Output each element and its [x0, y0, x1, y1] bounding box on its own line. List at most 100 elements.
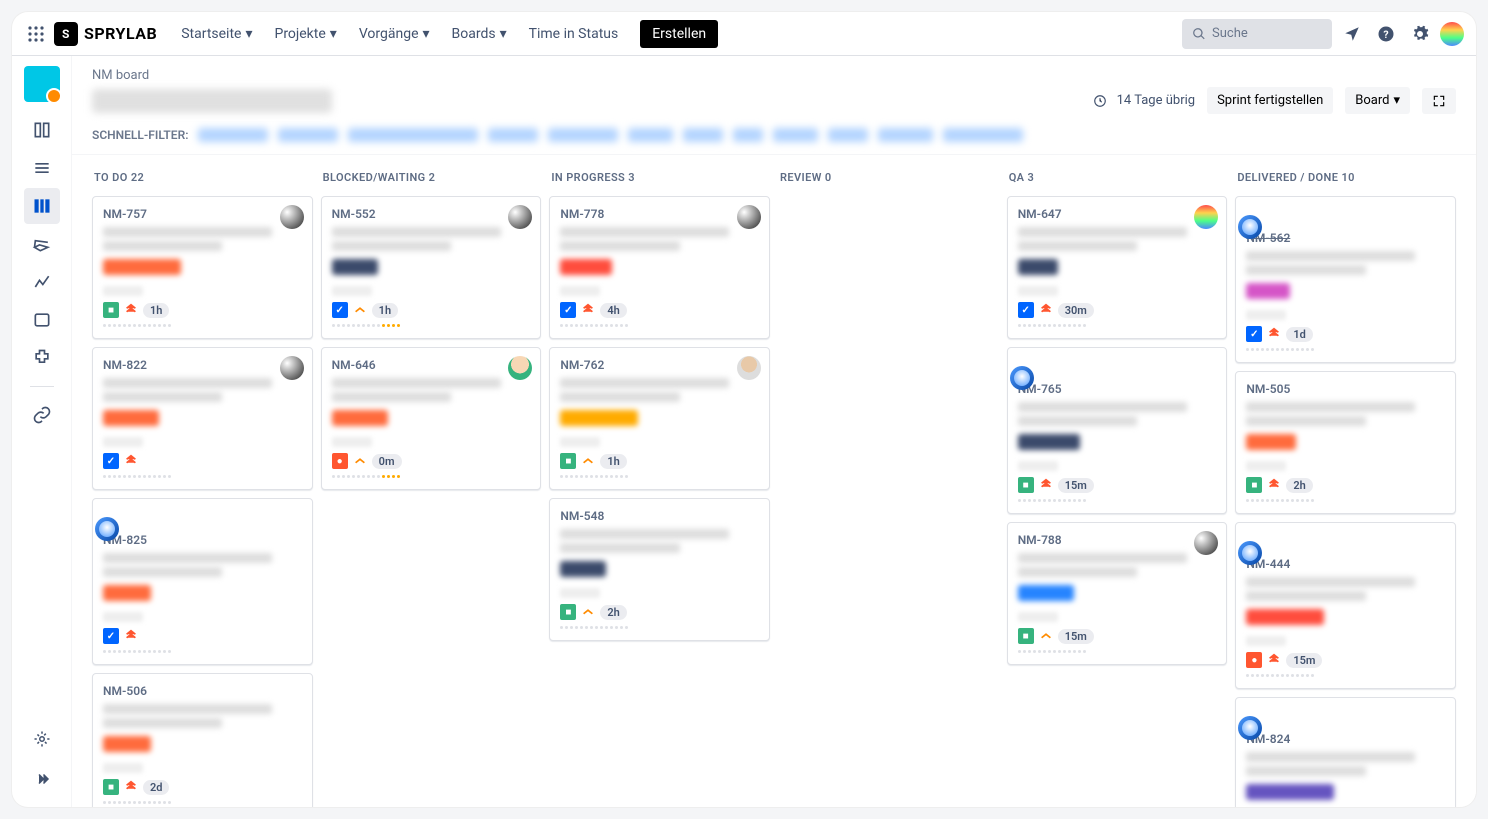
story-icon: ■	[103, 779, 119, 795]
card-footer: ✓	[103, 628, 302, 644]
issue-label	[103, 736, 151, 752]
breadcrumb[interactable]: NM board	[92, 68, 1456, 83]
priority-icon	[1267, 653, 1281, 667]
assignee-avatar[interactable]	[508, 356, 532, 380]
estimate-badge: 15m	[1286, 653, 1322, 668]
create-button[interactable]: Erstellen	[640, 20, 718, 48]
issue-key: NM-562	[1246, 231, 1445, 245]
issue-summary-blurred	[103, 567, 222, 577]
estimate-badge: 1h	[600, 454, 626, 469]
issue-card[interactable]: NM-757 ■ 1h	[92, 196, 313, 339]
issue-card[interactable]: NM-822 ✓	[92, 347, 313, 490]
brand-logo[interactable]: S SPRYLAB	[54, 22, 157, 46]
nav-home[interactable]: Startseite▾	[173, 20, 260, 48]
sidebar-releases-icon[interactable]	[24, 226, 60, 262]
filter-chip[interactable]	[733, 128, 763, 142]
sidebar-collapse-icon[interactable]	[24, 761, 60, 797]
sprint-dots	[560, 624, 759, 630]
project-icon[interactable]	[24, 66, 60, 102]
issue-summary-blurred	[332, 378, 501, 388]
nav-issues[interactable]: Vorgänge▾	[351, 20, 438, 48]
issue-summary-blurred	[1018, 241, 1137, 251]
issue-card[interactable]: NM-824 ✓	[1235, 697, 1456, 807]
issue-summary-blurred	[1246, 577, 1415, 587]
sidebar-backlog-icon[interactable]	[24, 112, 60, 148]
filter-chip[interactable]	[628, 128, 673, 142]
issue-card[interactable]: NM-646 ● 0m	[321, 347, 542, 490]
search-input[interactable]: Suche	[1182, 19, 1332, 49]
sidebar-board-icon[interactable]	[24, 188, 60, 224]
issue-summary-blurred	[560, 543, 679, 553]
sidebar-list-icon[interactable]	[24, 150, 60, 186]
filter-chip[interactable]	[878, 128, 933, 142]
complete-sprint-button[interactable]: Sprint fertigstellen	[1207, 87, 1333, 114]
assignee-avatar[interactable]	[508, 205, 532, 229]
filter-chip[interactable]	[828, 128, 868, 142]
issue-label	[103, 259, 181, 275]
filter-chip[interactable]	[198, 128, 268, 142]
issue-summary-blurred	[1246, 251, 1415, 261]
board-column: REVIEW 0	[778, 167, 999, 795]
issue-summary-blurred	[1246, 416, 1365, 426]
sidebar-link-icon[interactable]	[24, 397, 60, 433]
issue-summary-blurred	[1246, 766, 1365, 776]
issue-summary-blurred	[332, 241, 451, 251]
issue-card[interactable]: NM-762 ■ 1h	[549, 347, 770, 490]
issue-card[interactable]: NM-444 ● 15m	[1235, 522, 1456, 689]
assignee-avatar[interactable]	[1194, 205, 1218, 229]
issue-card[interactable]: NM-506 ■ 2d	[92, 673, 313, 807]
sidebar-pages-icon[interactable]	[24, 302, 60, 338]
bug-icon: ●	[1246, 652, 1262, 668]
filter-chip[interactable]	[348, 128, 478, 142]
nav-time-in-status[interactable]: Time in Status	[521, 20, 627, 48]
assignee-avatar[interactable]	[95, 517, 119, 541]
filter-chip[interactable]	[683, 128, 723, 142]
fullscreen-button[interactable]	[1422, 88, 1456, 114]
nav-boards[interactable]: Boards▾	[444, 20, 515, 48]
assignee-avatar[interactable]	[737, 205, 761, 229]
issue-card[interactable]: NM-548 ■ 2h	[549, 498, 770, 641]
filter-chip[interactable]	[278, 128, 338, 142]
profile-avatar[interactable]	[1440, 22, 1464, 46]
issue-card[interactable]: NM-778 ✓ 4h	[549, 196, 770, 339]
help-icon[interactable]: ?	[1372, 20, 1400, 48]
notifications-icon[interactable]	[1338, 20, 1366, 48]
issue-card[interactable]: NM-788 ■ 15m	[1007, 522, 1228, 665]
issue-meta-blurred	[1018, 612, 1058, 622]
column-header: QA 3	[1007, 167, 1228, 188]
app-switcher-icon[interactable]	[24, 22, 48, 46]
assignee-avatar[interactable]	[280, 205, 304, 229]
view-switch-button[interactable]: Board▾	[1345, 87, 1410, 114]
sidebar-settings-icon[interactable]	[24, 721, 60, 757]
assignee-avatar[interactable]	[737, 356, 761, 380]
sidebar-reports-icon[interactable]	[24, 264, 60, 300]
card-footer: ■ 1h	[103, 302, 302, 318]
issue-summary-blurred	[103, 553, 272, 563]
issue-summary-blurred	[1246, 402, 1415, 412]
issue-card[interactable]: NM-765 ■ 15m	[1007, 347, 1228, 514]
filter-chip[interactable]	[943, 128, 1023, 142]
issue-card[interactable]: NM-825 ✓	[92, 498, 313, 665]
assignee-avatar[interactable]	[280, 356, 304, 380]
sprint-dots	[103, 322, 302, 328]
issue-card[interactable]: NM-505 ■ 2h	[1235, 371, 1456, 514]
assignee-avatar[interactable]	[1194, 531, 1218, 555]
issue-card[interactable]: NM-647 ✓ 30m	[1007, 196, 1228, 339]
card-footer: ● 15m	[1246, 652, 1445, 668]
issue-card[interactable]: NM-552 ✓ 1h	[321, 196, 542, 339]
filter-chip[interactable]	[548, 128, 618, 142]
task-icon: ✓	[103, 628, 119, 644]
sprint-dots	[1018, 497, 1217, 503]
filter-chip[interactable]	[773, 128, 818, 142]
priority-icon	[1267, 478, 1281, 492]
issue-label	[332, 259, 378, 275]
settings-icon[interactable]	[1406, 20, 1434, 48]
filter-chip[interactable]	[488, 128, 538, 142]
assignee-avatar[interactable]	[1010, 366, 1034, 390]
sidebar-addons-icon[interactable]	[24, 340, 60, 376]
card-footer: ✓ 1h	[332, 302, 531, 318]
column-header: BLOCKED/WAITING 2	[321, 167, 542, 188]
issue-summary-blurred	[560, 227, 729, 237]
nav-projects[interactable]: Projekte▾	[266, 20, 344, 48]
issue-card[interactable]: NM-562 ✓ 1d	[1235, 196, 1456, 363]
